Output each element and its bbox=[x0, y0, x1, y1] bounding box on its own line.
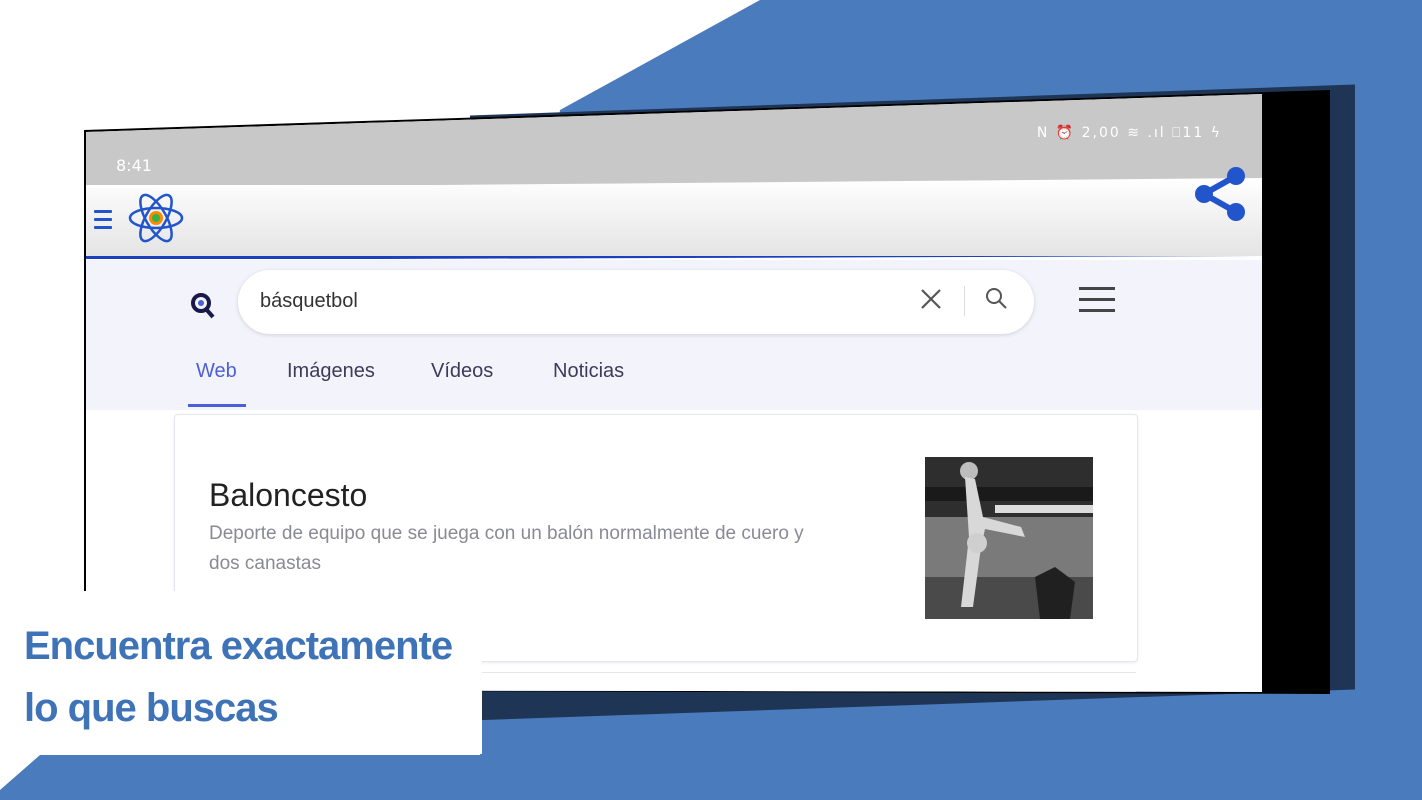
active-tab-indicator bbox=[188, 404, 246, 407]
card-title[interactable]: Baloncesto bbox=[209, 477, 367, 514]
app-bar bbox=[86, 178, 1262, 259]
caption-line-1: Encuentra exactamente bbox=[24, 624, 453, 668]
search-icon[interactable] bbox=[984, 286, 1008, 310]
tab-videos[interactable]: Vídeos bbox=[431, 360, 493, 383]
promo-caption: Encuentra exactamente lo que buscas bbox=[24, 615, 453, 739]
clear-icon[interactable] bbox=[918, 286, 944, 312]
search-input[interactable]: básquetbol bbox=[238, 270, 1034, 334]
tab-images[interactable]: Imágenes bbox=[287, 360, 375, 383]
basketball-photo[interactable] bbox=[925, 457, 1093, 619]
status-icons: N ⏰ 2,00 ≋ .ıl ⎕11 ϟ bbox=[1036, 125, 1222, 141]
share-icon[interactable] bbox=[1190, 164, 1250, 224]
drawer-menu-icon[interactable] bbox=[94, 210, 112, 232]
search-query: básquetbol bbox=[260, 290, 358, 312]
atom-logo-icon bbox=[128, 193, 184, 243]
caption-line-2: lo que buscas bbox=[24, 686, 279, 730]
search-divider bbox=[964, 286, 965, 316]
search-logo-icon bbox=[191, 293, 215, 319]
status-time: 8:41 bbox=[116, 156, 152, 175]
tab-web[interactable]: Web bbox=[196, 360, 237, 383]
menu-icon[interactable] bbox=[1079, 287, 1115, 313]
tab-news[interactable]: Noticias bbox=[553, 360, 624, 383]
card-description: Deporte de equipo que se juega con un ba… bbox=[209, 523, 804, 574]
